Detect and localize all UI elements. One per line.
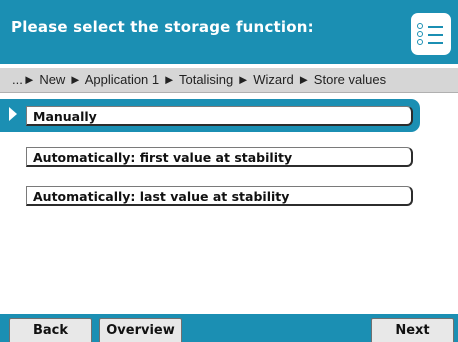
option-manually[interactable]: Manually bbox=[26, 106, 413, 126]
selection-arrow-icon bbox=[9, 107, 17, 121]
option-label: Automatically: first value at stability bbox=[33, 150, 293, 165]
overview-button[interactable]: Overview bbox=[99, 318, 182, 342]
option-auto-first[interactable]: Automatically: first value at stability bbox=[26, 147, 413, 167]
next-button-label: Next bbox=[395, 323, 430, 338]
device-screen: Please select the storage function: ...►… bbox=[0, 0, 458, 342]
title-bar: Please select the storage function: bbox=[0, 0, 458, 64]
option-label: Automatically: last value at stability bbox=[33, 189, 290, 204]
option-label: Manually bbox=[33, 109, 97, 124]
back-button[interactable]: Back bbox=[9, 318, 92, 342]
back-button-label: Back bbox=[32, 323, 69, 338]
breadcrumb: ...► New ► Application 1 ► Totalising ► … bbox=[0, 68, 458, 93]
next-button[interactable]: Next bbox=[371, 318, 454, 342]
overview-button-label: Overview bbox=[106, 323, 175, 338]
page-title: Please select the storage function: bbox=[11, 18, 314, 36]
option-auto-last[interactable]: Automatically: last value at stability bbox=[26, 186, 413, 206]
breadcrumb-path: ...► New ► Application 1 ► Totalising ► … bbox=[12, 72, 387, 87]
list-menu-icon[interactable] bbox=[411, 13, 451, 55]
